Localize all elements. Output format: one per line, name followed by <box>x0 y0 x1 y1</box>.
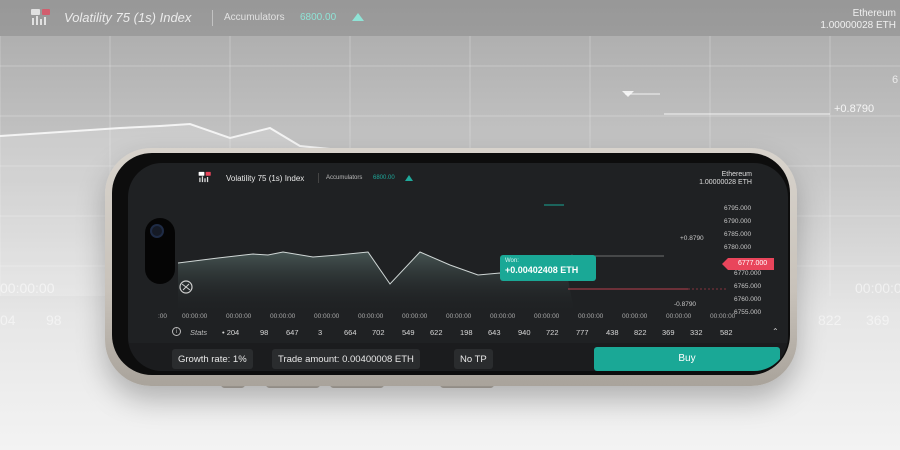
phone-bezel: Volatility 75 (1s) Index Accumulators 68… <box>112 153 790 375</box>
phone-mockup: Volatility 75 (1s) Index Accumulators 68… <box>105 148 797 386</box>
time-label: 00:00:00 <box>578 313 604 320</box>
background-time-label: 00:00:00 <box>855 280 900 296</box>
market-title[interactable]: Volatility 75 (1s) Index <box>226 174 304 183</box>
won-label: Won: <box>505 258 519 264</box>
loss-barrier-label: -0.8790 <box>674 301 697 308</box>
price-axis-label: 6765.000 <box>734 283 762 290</box>
time-label: 00:00:00 <box>402 313 428 320</box>
time-label: 00:00:00 <box>226 313 252 320</box>
phone-screen: Volatility 75 (1s) Index Accumulators 68… <box>128 163 788 371</box>
stat-value: 98 <box>260 328 269 337</box>
background-spot-price: 6800.00 <box>300 12 337 23</box>
divider <box>212 10 213 26</box>
account-currency: Ethereum <box>721 171 752 178</box>
time-label: :00 <box>158 313 168 320</box>
spot-price: 6800.00 <box>373 175 395 181</box>
time-label: 00:00:00 <box>666 313 692 320</box>
stat-value: 664 <box>344 328 357 337</box>
info-icon[interactable]: i <box>172 327 181 336</box>
time-label: 00:00:00 <box>710 313 736 320</box>
buy-button[interactable]: Buy <box>594 347 780 371</box>
app-logo-icon <box>198 171 211 183</box>
stat-value: 643 <box>488 328 501 337</box>
time-label: 00:00:00 <box>182 313 208 320</box>
background-stat-value: 04 <box>0 312 16 328</box>
won-value: +0.00402408 ETH <box>505 265 579 275</box>
time-label: 00:00:00 <box>534 313 560 320</box>
stat-value: 702 <box>372 328 385 337</box>
app-header: Volatility 75 (1s) Index Accumulators 68… <box>128 163 788 193</box>
background-currency: Ethereum <box>852 8 896 19</box>
background-profit-label: +0.8790 <box>834 103 875 115</box>
won-tooltip: Won: +0.00402408 ETH <box>500 255 596 281</box>
time-label: 00:00:00 <box>622 313 648 320</box>
growth-rate-selector[interactable]: Growth rate: 1% <box>172 349 253 369</box>
price-axis-label: 6780.000 <box>724 244 752 251</box>
background-stat-value: 822 <box>818 312 842 328</box>
stat-value: 198 <box>460 328 473 337</box>
stat-value: 3 <box>318 328 323 337</box>
stats-bar: i Stats • 204 98 647 3 664 702 549 622 1… <box>172 327 779 339</box>
contract-type: Accumulators <box>326 175 363 181</box>
stat-value: 622 <box>430 328 443 337</box>
background-stat-value: 98 <box>46 312 62 328</box>
stat-value: 369 <box>662 328 675 337</box>
time-label: 00:00:00 <box>446 313 472 320</box>
current-price-tag: 6777.000 <box>722 258 774 270</box>
trade-params-bar: Growth rate: 1% Trade amount: 0.00400008… <box>128 343 788 371</box>
account-balance: 1.00000028 ETH <box>699 179 752 186</box>
divider <box>318 173 319 183</box>
price-axis-label: 6760.000 <box>734 296 762 303</box>
stat-value: 438 <box>606 328 619 337</box>
stat-value: • 204 <box>222 328 240 337</box>
account-info[interactable]: Ethereum 1.00000028 ETH <box>699 171 752 187</box>
take-profit-toggle[interactable]: No TP <box>454 349 493 369</box>
price-chart[interactable] <box>128 195 788 311</box>
trade-amount-field[interactable]: Trade amount: 0.00400008 ETH <box>272 349 420 369</box>
rotate-icon[interactable] <box>178 279 194 295</box>
chevron-up-icon[interactable]: ⌃ <box>772 327 779 336</box>
stat-value: 822 <box>634 328 647 337</box>
profit-barrier-label: +0.8790 <box>680 235 704 242</box>
background-axis-fragment: 6 <box>892 74 899 86</box>
background-stat-value: 369 <box>866 312 890 328</box>
background-balance: 1.00000028 ETH <box>820 20 896 31</box>
time-axis: :00 00:00:00 00:00:00 00:00:00 00:00:00 … <box>158 313 768 321</box>
stats-label: Stats <box>190 328 208 337</box>
stat-value: 777 <box>576 328 589 337</box>
stat-value: 940 <box>518 328 531 337</box>
time-label: 00:00:00 <box>270 313 296 320</box>
background-time-label: 00:00:00 <box>0 280 55 296</box>
price-axis-label: 6790.000 <box>724 218 752 225</box>
stat-value: 332 <box>690 328 703 337</box>
price-axis-label: 6770.000 <box>734 270 762 277</box>
time-label: 00:00:00 <box>314 313 340 320</box>
app-logo-icon <box>31 9 50 25</box>
background-title: Volatility 75 (1s) Index <box>64 10 192 25</box>
background-header: Volatility 75 (1s) Index Accumulators 68… <box>0 0 900 36</box>
arrow-up-icon <box>352 13 364 21</box>
background-account-info: Ethereum 1.00000028 ETH <box>820 8 896 32</box>
stat-value: 722 <box>546 328 559 337</box>
stat-value: 582 <box>720 328 733 337</box>
price-axis-label: 6785.000 <box>724 231 752 238</box>
time-label: 00:00:00 <box>358 313 384 320</box>
arrow-up-icon <box>405 175 413 181</box>
stat-value: 647 <box>286 328 299 337</box>
camera-icon <box>150 224 164 238</box>
price-axis-label: 6795.000 <box>724 205 752 212</box>
stat-value: 549 <box>402 328 415 337</box>
background-contract-type: Accumulators <box>224 12 285 23</box>
time-label: 00:00:00 <box>490 313 516 320</box>
